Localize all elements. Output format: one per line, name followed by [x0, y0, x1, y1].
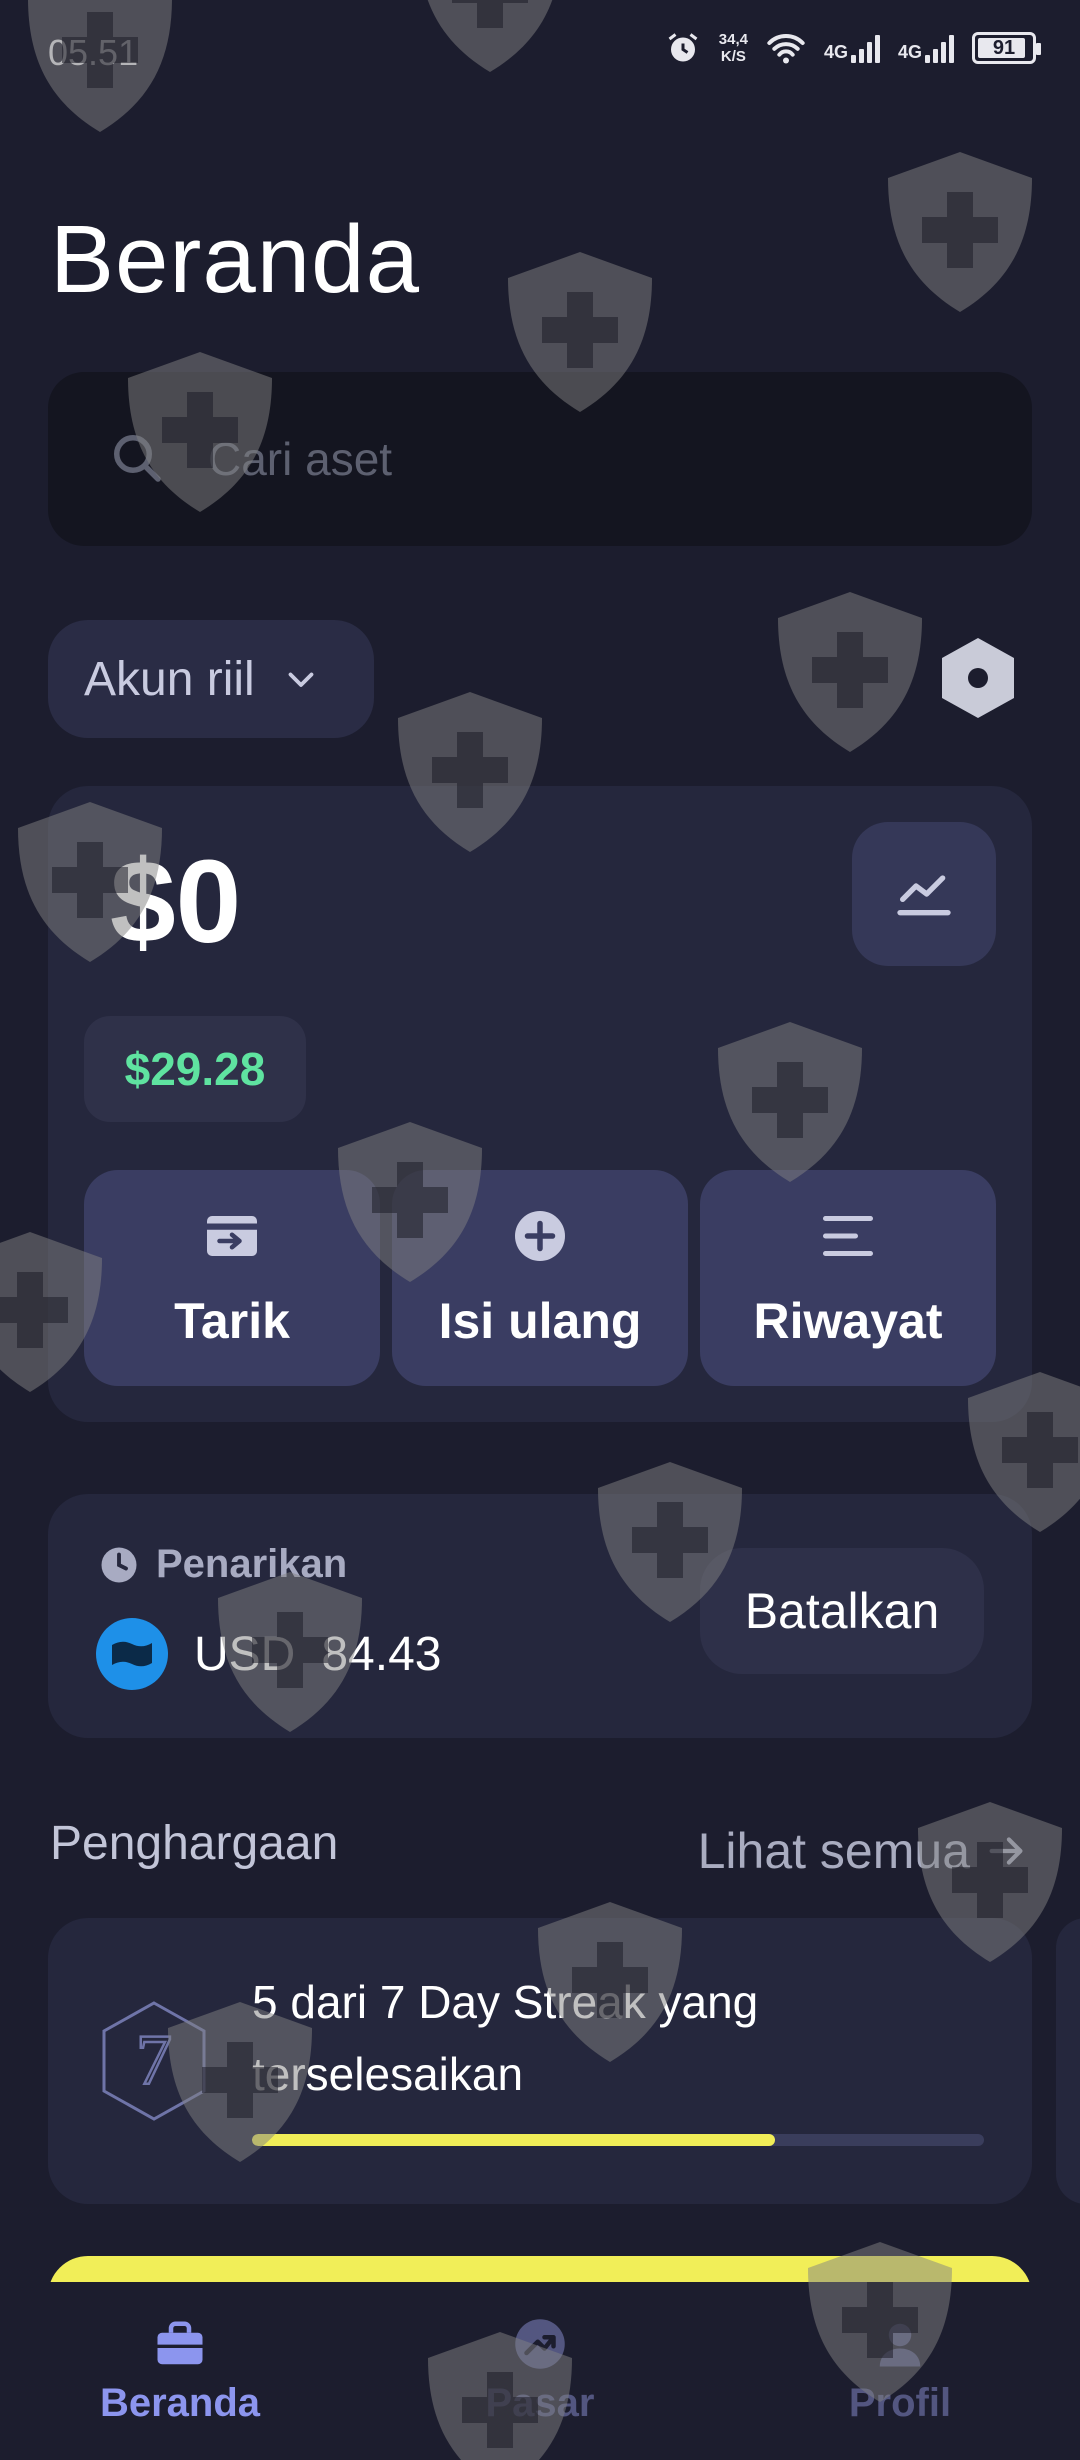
bottom-navigation: Beranda Pasar Profil — [0, 2282, 1080, 2460]
signal-bars-icon — [925, 33, 954, 63]
signal-2: 4G — [898, 33, 954, 63]
wifi-icon — [767, 34, 805, 64]
withdrawal-amount-row: USD 84.43 — [96, 1618, 441, 1690]
withdrawal-label: Penarikan — [156, 1542, 348, 1586]
status-icons: 34,4 K/S 4G 4G 91 — [665, 30, 1041, 66]
award-description: 5 dari 7 Day Streak yang terselesaikan — [252, 1976, 759, 2100]
nav-market-label: Pasar — [485, 2380, 595, 2425]
list-icon — [823, 1216, 873, 1256]
next-award-card[interactable] — [1056, 1918, 1080, 2204]
balance-amount: $0 — [110, 836, 242, 968]
shield-watermark-icon — [778, 592, 922, 752]
battery-icon: 91 — [972, 32, 1041, 64]
search-input[interactable] — [208, 432, 908, 486]
withdrawal-card: Penarikan USD 84.43 Batalkan — [48, 1494, 1032, 1738]
user-icon — [879, 2323, 921, 2366]
arrow-right-icon — [989, 1837, 1023, 1865]
secondary-balance-badge: $29.28 — [84, 1016, 306, 1122]
nav-market[interactable]: Pasar — [410, 2317, 670, 2426]
status-bar: 05.51 34,4 K/S 4G 4G 91 — [0, 0, 1080, 110]
account-selector-label: Akun riil — [84, 652, 255, 706]
briefcase-icon — [157, 2321, 203, 2364]
history-button[interactable]: Riwayat — [700, 1170, 996, 1386]
chart-line-icon — [897, 875, 951, 916]
account-selector[interactable]: Akun riil — [48, 620, 374, 738]
settings-hexagon-icon[interactable] — [940, 636, 1016, 720]
clock-icon — [101, 1547, 137, 1582]
withdraw-card-icon — [207, 1216, 257, 1256]
see-all-label: Lihat semua — [697, 1823, 970, 1879]
alarm-icon — [668, 33, 698, 62]
search-icon — [114, 435, 161, 482]
award-progress-fill — [252, 2134, 775, 2146]
nav-profile-label: Profil — [848, 2380, 952, 2425]
status-time: 05.51 — [48, 32, 139, 73]
signal-1: 4G — [824, 33, 880, 63]
top-up-label: Isi ulang — [438, 1293, 642, 1349]
page-title: Beranda — [50, 206, 420, 313]
search-bar[interactable] — [48, 372, 1032, 546]
network-speed: 34,4 K/S — [718, 31, 748, 65]
withdraw-button[interactable]: Tarik — [84, 1170, 380, 1386]
badge-number: 7 — [136, 2020, 172, 2100]
top-up-button[interactable]: Isi ulang — [392, 1170, 688, 1386]
nav-home[interactable]: Beranda — [50, 2317, 310, 2426]
cancel-withdrawal-button[interactable]: Batalkan — [700, 1548, 984, 1674]
withdrawal-currency: USD — [194, 1627, 296, 1681]
balance-card: $0 $29.28 Tarik Isi ulang Riwayat — [48, 786, 1032, 1422]
see-all-link[interactable]: Lihat semua — [698, 1822, 1030, 1880]
award-progress-bar — [252, 2134, 984, 2146]
chart-button[interactable] — [852, 822, 996, 966]
streak-badge-icon: 7 — [102, 2001, 206, 2121]
withdraw-label: Tarik — [174, 1293, 290, 1349]
withdrawal-status: Penarikan — [98, 1542, 347, 1587]
nav-profile[interactable]: Profil — [770, 2317, 1030, 2426]
nav-home-label: Beranda — [99, 2380, 261, 2425]
shield-watermark-icon — [888, 152, 1032, 312]
currency-flag-icon — [96, 1618, 168, 1690]
award-card[interactable]: 7 5 dari 7 Day Streak yang terselesaikan — [48, 1918, 1032, 2204]
withdrawal-amount: 84.43 — [321, 1627, 442, 1681]
chevron-down-icon — [288, 672, 314, 687]
signal-bars-icon — [850, 33, 880, 63]
trending-up-icon — [515, 2318, 565, 2369]
history-label: Riwayat — [753, 1293, 943, 1349]
plus-circle-icon — [515, 1211, 565, 1261]
awards-title: Penghargaan — [50, 1817, 339, 1870]
